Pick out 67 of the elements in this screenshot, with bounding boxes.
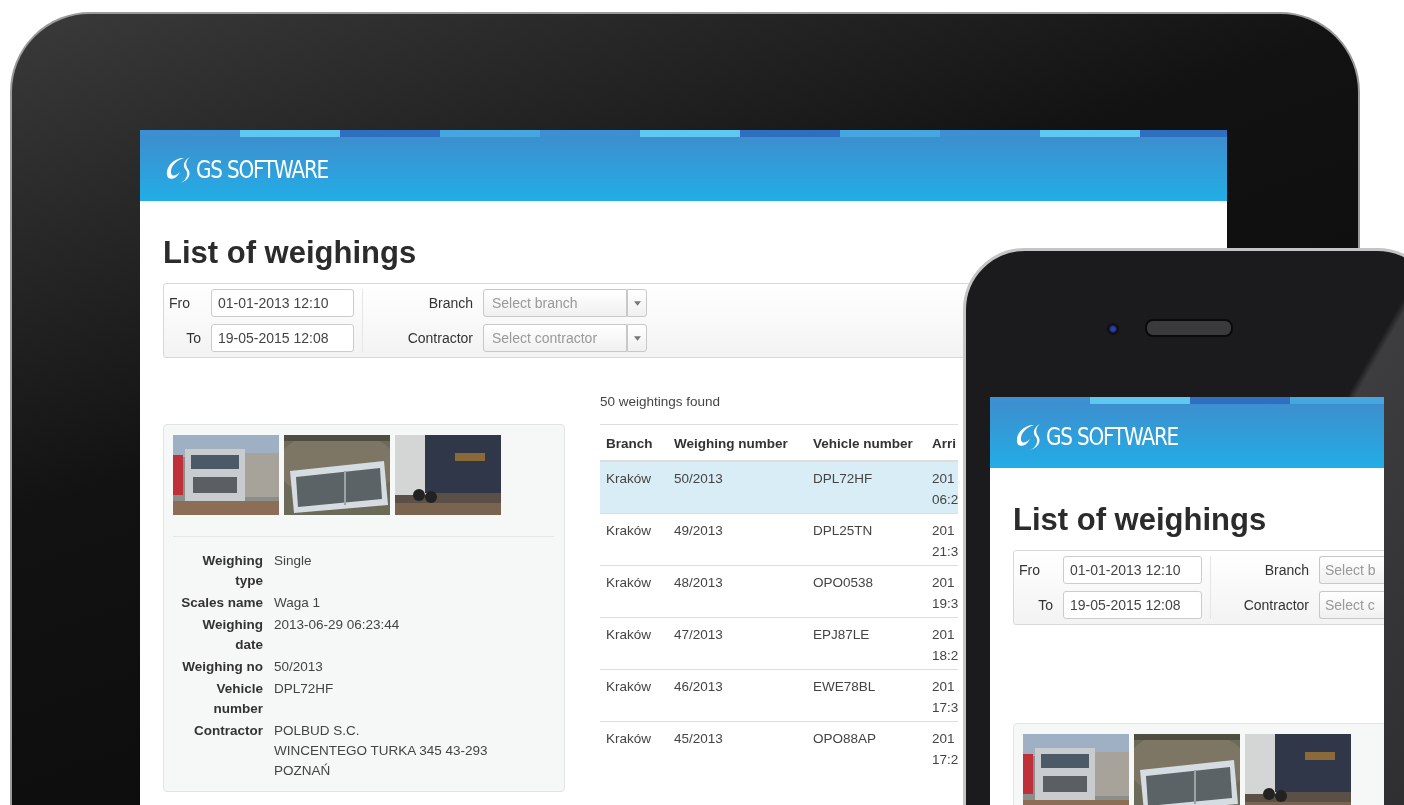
page-title: List of weighings <box>163 235 418 271</box>
table-cell: 47/2013 <box>668 617 807 670</box>
table-cell: Kraków <box>600 617 668 670</box>
field-value: Single <box>274 552 313 570</box>
filter-label: Fro <box>1019 562 1041 578</box>
caret-icon <box>627 289 647 317</box>
table-cell: Kraków <box>600 513 668 566</box>
table-cell: 46/2013 <box>668 669 807 722</box>
contractor-select[interactable]: Select c <box>1319 591 1384 619</box>
table-row[interactable]: Kraków 46/2013 EWE78BL 201 17:3 <box>600 669 958 722</box>
contractor-select[interactable]: Select contractor <box>483 324 627 352</box>
table-cell: Kraków <box>600 721 668 773</box>
field-value: Waga 1 <box>274 594 322 612</box>
table-cell: 45/2013 <box>668 721 807 773</box>
field-label: Scales name <box>180 594 263 612</box>
table-cell: EWE78BL <box>807 669 926 722</box>
field-label: Weighing date <box>201 616 263 654</box>
table-cell: EPJ87LE <box>807 617 926 670</box>
table-cell: OPO88AP <box>807 721 926 773</box>
filter-label: To <box>185 330 201 346</box>
table-cell: 201 06:2 <box>926 461 958 514</box>
field-value: 2013-06-29 06:23:44 <box>274 616 401 634</box>
table-cell: 50/2013 <box>668 461 807 514</box>
table-cell: 201 17:2 <box>926 721 958 773</box>
table-cell: 201 19:3 <box>926 565 958 618</box>
table-row[interactable]: Kraków 48/2013 OPO0538 201 19:3 <box>600 565 958 618</box>
filter-label: Contractor <box>1242 597 1309 613</box>
date-field[interactable]: 19-05-2015 12:08 <box>211 324 354 352</box>
branch-select[interactable]: Select b <box>1319 556 1384 584</box>
field-value: POLBUD S.C. WINCENTEGO TURKA 345 43-293 POZNAŃ <box>274 722 489 780</box>
table-cell: 201 21:3 <box>926 513 958 566</box>
result-count: 50 weightings found <box>600 394 722 411</box>
filter-label: Branch <box>427 295 473 311</box>
filter-label: Branch <box>1263 562 1309 578</box>
table-row[interactable]: Kraków 50/2013 DPL72HF 201 06:2 <box>600 461 958 514</box>
date-field[interactable]: 19-05-2015 12:08 <box>1063 591 1202 619</box>
logo-text: GS SOFTWARE <box>1046 421 1179 451</box>
filter-label: Contractor <box>406 330 473 346</box>
table-cell: Kraków <box>600 461 668 514</box>
filter-label: To <box>1037 597 1053 613</box>
table-cell: 49/2013 <box>668 513 807 566</box>
filter-label: Fro <box>169 295 191 311</box>
field-value: DPL72HF <box>274 680 335 698</box>
speaker-icon <box>1145 319 1233 337</box>
branch-select[interactable]: Select branch <box>483 289 627 317</box>
field-label: Vehicle number <box>212 680 263 718</box>
table-cell: DPL72HF <box>807 461 926 514</box>
logo-text: GS SOFTWARE <box>196 154 329 184</box>
table-cell: OPO0538 <box>807 565 926 618</box>
page-title: List of weighings <box>1013 502 1268 538</box>
table-cell: 201 18:2 <box>926 617 958 670</box>
table-row[interactable]: Kraków 47/2013 EPJ87LE 201 18:2 <box>600 617 958 670</box>
date-field[interactable]: 01-01-2013 12:10 <box>1063 556 1202 584</box>
field-label: Contractor <box>193 722 263 740</box>
table-row[interactable]: Kraków 45/2013 OPO88AP 201 17:2 <box>600 721 958 773</box>
table-cell: 48/2013 <box>668 565 807 618</box>
date-field[interactable]: 01-01-2013 12:10 <box>211 289 354 317</box>
field-label: Weighing no <box>181 658 263 676</box>
table-cell: Kraków <box>600 565 668 618</box>
table-row[interactable]: Kraków 49/2013 DPL25TN 201 21:3 <box>600 513 958 566</box>
table-cell: 201 17:3 <box>926 669 958 722</box>
caret-icon <box>627 324 647 352</box>
field-label: Weighing type <box>201 552 263 590</box>
table-cell: DPL25TN <box>807 513 926 566</box>
field-value: 50/2013 <box>274 658 324 676</box>
table-cell: Kraków <box>600 669 668 722</box>
camera-icon <box>1106 322 1120 336</box>
